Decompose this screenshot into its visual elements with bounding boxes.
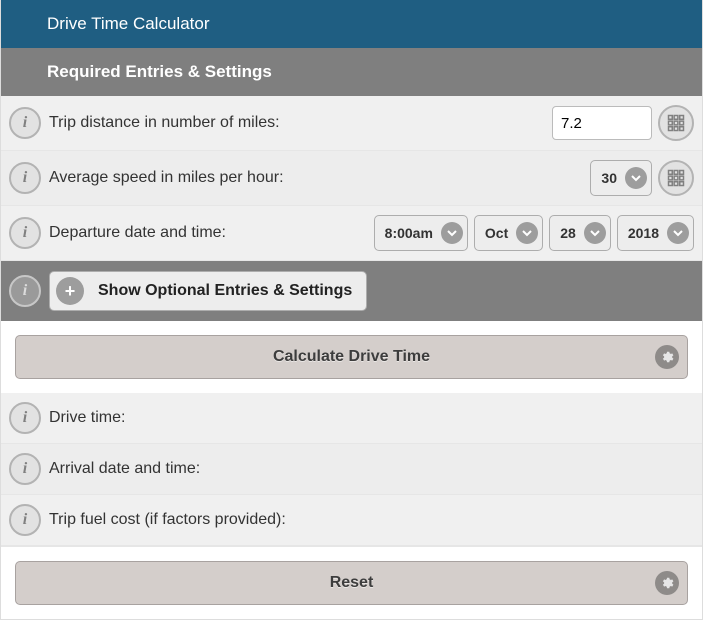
departure-year-select[interactable]: 2018	[617, 215, 694, 251]
info-icon[interactable]: i	[9, 402, 41, 434]
row-fuel-cost: i Trip fuel cost (if factors provided):	[1, 495, 702, 546]
fuel-cost-label: Trip fuel cost (if factors provided):	[49, 511, 694, 529]
reset-button[interactable]: Reset	[15, 561, 688, 605]
average-speed-value: 30	[601, 170, 617, 186]
section-required-title: Required Entries & Settings	[47, 62, 272, 81]
calculate-section: Calculate Drive Time	[1, 321, 702, 393]
chevron-down-icon	[584, 222, 606, 244]
average-speed-select[interactable]: 30	[590, 160, 652, 196]
departure-day-select[interactable]: 28	[549, 215, 611, 251]
arrival-label: Arrival date and time:	[49, 460, 694, 478]
info-icon[interactable]: i	[9, 162, 41, 194]
plus-icon: +	[56, 277, 84, 305]
chevron-down-icon	[667, 222, 689, 244]
keypad-icon[interactable]	[658, 160, 694, 196]
row-drive-time: i Drive time:	[1, 393, 702, 444]
gear-icon	[655, 345, 679, 369]
info-icon[interactable]: i	[9, 275, 41, 307]
info-icon[interactable]: i	[9, 453, 41, 485]
page-title: Drive Time Calculator	[1, 0, 702, 48]
show-optional-label: Show Optional Entries & Settings	[98, 282, 352, 300]
page-title-text: Drive Time Calculator	[47, 14, 210, 33]
row-trip-distance: i Trip distance in number of miles:	[1, 96, 702, 151]
drive-time-label: Drive time:	[49, 409, 694, 427]
reset-button-label: Reset	[330, 574, 374, 592]
reset-section: Reset	[1, 546, 702, 619]
info-icon[interactable]: i	[9, 504, 41, 536]
keypad-icon[interactable]	[658, 105, 694, 141]
trip-distance-input[interactable]	[552, 106, 652, 140]
departure-time-select[interactable]: 8:00am	[374, 215, 468, 251]
departure-month-value: Oct	[485, 225, 508, 241]
departure-time-value: 8:00am	[385, 225, 433, 241]
calculate-button[interactable]: Calculate Drive Time	[15, 335, 688, 379]
chevron-down-icon	[516, 222, 538, 244]
info-icon[interactable]: i	[9, 217, 41, 249]
show-optional-button[interactable]: + Show Optional Entries & Settings	[49, 271, 367, 311]
departure-year-value: 2018	[628, 225, 659, 241]
row-arrival: i Arrival date and time:	[1, 444, 702, 495]
row-departure: i Departure date and time: 8:00am Oct 28…	[1, 206, 702, 261]
row-optional-toggle: i + Show Optional Entries & Settings	[1, 261, 702, 321]
departure-month-select[interactable]: Oct	[474, 215, 543, 251]
trip-distance-label: Trip distance in number of miles:	[49, 114, 552, 132]
row-average-speed: i Average speed in miles per hour: 30	[1, 151, 702, 206]
calculate-button-label: Calculate Drive Time	[273, 348, 430, 366]
departure-label: Departure date and time:	[49, 224, 368, 242]
chevron-down-icon	[625, 167, 647, 189]
info-icon[interactable]: i	[9, 107, 41, 139]
average-speed-label: Average speed in miles per hour:	[49, 169, 584, 187]
chevron-down-icon	[441, 222, 463, 244]
departure-day-value: 28	[560, 225, 576, 241]
section-required-header: Required Entries & Settings	[1, 48, 702, 96]
gear-icon	[655, 571, 679, 595]
